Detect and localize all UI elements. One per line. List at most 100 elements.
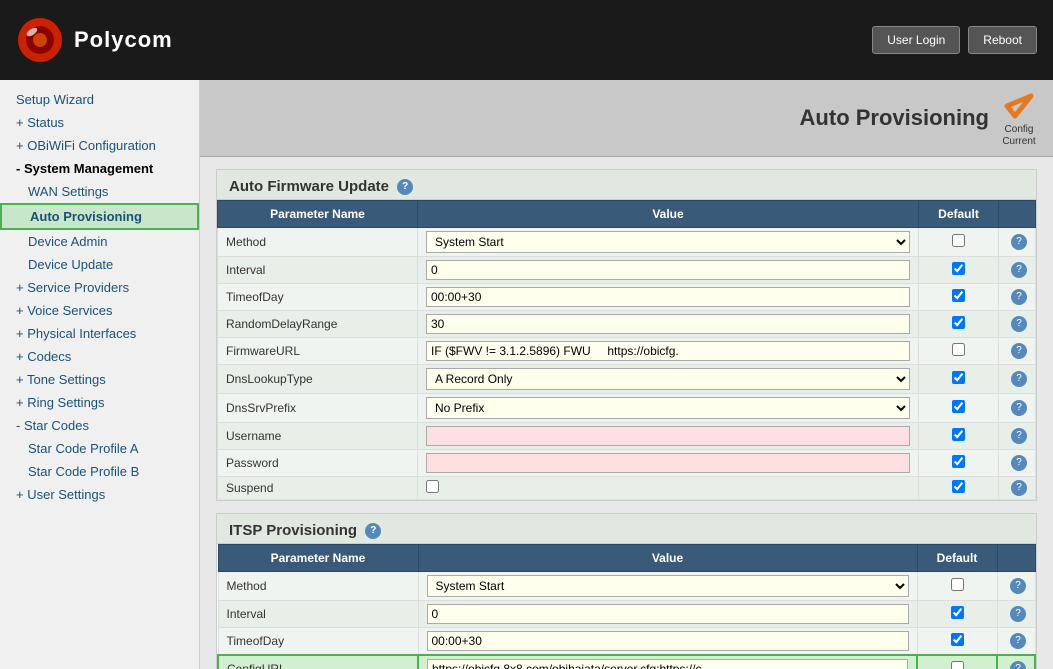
row-help-icon[interactable]: ? — [1011, 234, 1027, 250]
sidebar-item-user-settings[interactable]: + User Settings — [0, 483, 199, 506]
row-help-icon[interactable]: ? — [1010, 578, 1026, 594]
row-help-icon[interactable]: ? — [1011, 428, 1027, 444]
param-value-cell[interactable]: No PrefixCustom — [418, 394, 919, 423]
row-help-icon[interactable]: ? — [1010, 633, 1026, 649]
param-input-configurl[interactable] — [427, 659, 908, 669]
param-select-dnssrvprefix[interactable]: No PrefixCustom — [426, 397, 910, 419]
sidebar-item-physical-interfaces[interactable]: + Physical Interfaces — [0, 322, 199, 345]
row-help-icon[interactable]: ? — [1010, 606, 1026, 622]
sidebar-item-status[interactable]: + Status — [0, 111, 199, 134]
param-default-cell[interactable] — [917, 628, 997, 656]
default-checkbox[interactable] — [952, 428, 965, 441]
param-select-dnslookuptype[interactable]: A Record OnlyAAAA Record OnlyAny — [426, 368, 910, 390]
row-help-icon[interactable]: ? — [1011, 371, 1027, 387]
param-value-cell[interactable] — [418, 628, 917, 656]
param-default-cell[interactable] — [917, 572, 997, 601]
param-input-username[interactable] — [426, 426, 910, 446]
default-checkbox[interactable] — [952, 343, 965, 356]
sidebar-item-auto-provisioning[interactable]: Auto Provisioning — [0, 203, 199, 230]
param-input-interval[interactable] — [427, 604, 909, 624]
row-help-icon[interactable]: ? — [1010, 661, 1026, 669]
sidebar-item-star-codes[interactable]: - Star Codes — [0, 414, 199, 437]
param-default-cell[interactable] — [919, 365, 999, 394]
row-help-icon[interactable]: ? — [1011, 343, 1027, 359]
param-default-cell[interactable] — [917, 655, 997, 669]
sidebar-item-star-code-profile-a[interactable]: Star Code Profile A — [0, 437, 199, 460]
param-help-cell[interactable]: ? — [999, 338, 1036, 365]
param-default-cell[interactable] — [919, 450, 999, 477]
sidebar-item-setup-wizard[interactable]: Setup Wizard — [0, 88, 199, 111]
param-value-cell[interactable] — [418, 423, 919, 450]
sidebar-item-service-providers[interactable]: + Service Providers — [0, 276, 199, 299]
param-help-cell[interactable]: ? — [999, 311, 1036, 338]
sidebar-item-voice-services[interactable]: + Voice Services — [0, 299, 199, 322]
param-value-cell[interactable] — [418, 450, 919, 477]
sidebar-item-device-update[interactable]: Device Update — [0, 253, 199, 276]
param-select-method[interactable]: System StartDisabledPeriodically — [427, 575, 909, 597]
param-select-method[interactable]: System StartDisabledPeriodically — [426, 231, 910, 253]
auto-firmware-help-icon[interactable]: ? — [397, 179, 413, 195]
user-login-button[interactable]: User Login — [872, 26, 960, 54]
row-help-icon[interactable]: ? — [1011, 262, 1027, 278]
param-value-cell[interactable] — [418, 311, 919, 338]
sidebar-item-obiwifi[interactable]: + OBiWiFi Configuration — [0, 134, 199, 157]
param-default-cell[interactable] — [919, 311, 999, 338]
param-default-cell[interactable] — [919, 228, 999, 257]
sidebar-item-codecs[interactable]: + Codecs — [0, 345, 199, 368]
row-help-icon[interactable]: ? — [1011, 316, 1027, 332]
param-value-cell[interactable]: A Record OnlyAAAA Record OnlyAny — [418, 365, 919, 394]
sidebar-item-system-management[interactable]: - System Management — [0, 157, 199, 180]
param-input-randomdelayrange[interactable] — [426, 314, 910, 334]
param-value-cell[interactable] — [418, 477, 919, 500]
param-value-cell[interactable] — [418, 338, 919, 365]
param-help-cell[interactable]: ? — [999, 423, 1036, 450]
param-value-cell[interactable]: System StartDisabledPeriodically — [418, 228, 919, 257]
param-input-timeofday[interactable] — [426, 287, 910, 307]
default-checkbox[interactable] — [952, 480, 965, 493]
param-value-cell[interactable] — [418, 257, 919, 284]
row-help-icon[interactable]: ? — [1011, 400, 1027, 416]
param-default-cell[interactable] — [919, 257, 999, 284]
param-value-cell[interactable] — [418, 601, 917, 628]
param-help-cell[interactable]: ? — [999, 257, 1036, 284]
sidebar-item-ring-settings[interactable]: + Ring Settings — [0, 391, 199, 414]
itsp-provisioning-help-icon[interactable]: ? — [365, 523, 381, 539]
param-input-firmwareurl[interactable] — [426, 341, 910, 361]
default-checkbox[interactable] — [952, 400, 965, 413]
param-help-cell[interactable]: ? — [997, 628, 1035, 656]
param-help-cell[interactable]: ? — [999, 450, 1036, 477]
row-help-icon[interactable]: ? — [1011, 480, 1027, 496]
param-help-cell[interactable]: ? — [997, 655, 1035, 669]
default-checkbox[interactable] — [951, 578, 964, 591]
param-input-password[interactable] — [426, 453, 910, 473]
param-value-cell[interactable]: System StartDisabledPeriodically — [418, 572, 917, 601]
sidebar-item-tone-settings[interactable]: + Tone Settings — [0, 368, 199, 391]
default-checkbox[interactable] — [952, 316, 965, 329]
param-input-interval[interactable] — [426, 260, 910, 280]
reboot-button[interactable]: Reboot — [968, 26, 1037, 54]
param-help-cell[interactable]: ? — [999, 284, 1036, 311]
param-help-cell[interactable]: ? — [999, 477, 1036, 500]
param-default-cell[interactable] — [919, 423, 999, 450]
default-checkbox[interactable] — [951, 661, 964, 669]
row-help-icon[interactable]: ? — [1011, 289, 1027, 305]
param-help-cell[interactable]: ? — [999, 365, 1036, 394]
param-help-cell[interactable]: ? — [997, 572, 1035, 601]
default-checkbox[interactable] — [951, 633, 964, 646]
sidebar-item-star-code-profile-b[interactable]: Star Code Profile B — [0, 460, 199, 483]
default-checkbox[interactable] — [952, 371, 965, 384]
param-help-cell[interactable]: ? — [997, 601, 1035, 628]
sidebar-item-wan-settings[interactable]: WAN Settings — [0, 180, 199, 203]
param-default-cell[interactable] — [919, 477, 999, 500]
param-checkbox-suspend[interactable] — [426, 480, 439, 493]
default-checkbox[interactable] — [952, 262, 965, 275]
param-default-cell[interactable] — [919, 284, 999, 311]
row-help-icon[interactable]: ? — [1011, 455, 1027, 471]
param-value-cell[interactable] — [418, 284, 919, 311]
default-checkbox[interactable] — [952, 455, 965, 468]
param-default-cell[interactable] — [919, 338, 999, 365]
param-default-cell[interactable] — [919, 394, 999, 423]
default-checkbox[interactable] — [951, 606, 964, 619]
param-help-cell[interactable]: ? — [999, 394, 1036, 423]
param-value-cell[interactable] — [418, 655, 917, 669]
